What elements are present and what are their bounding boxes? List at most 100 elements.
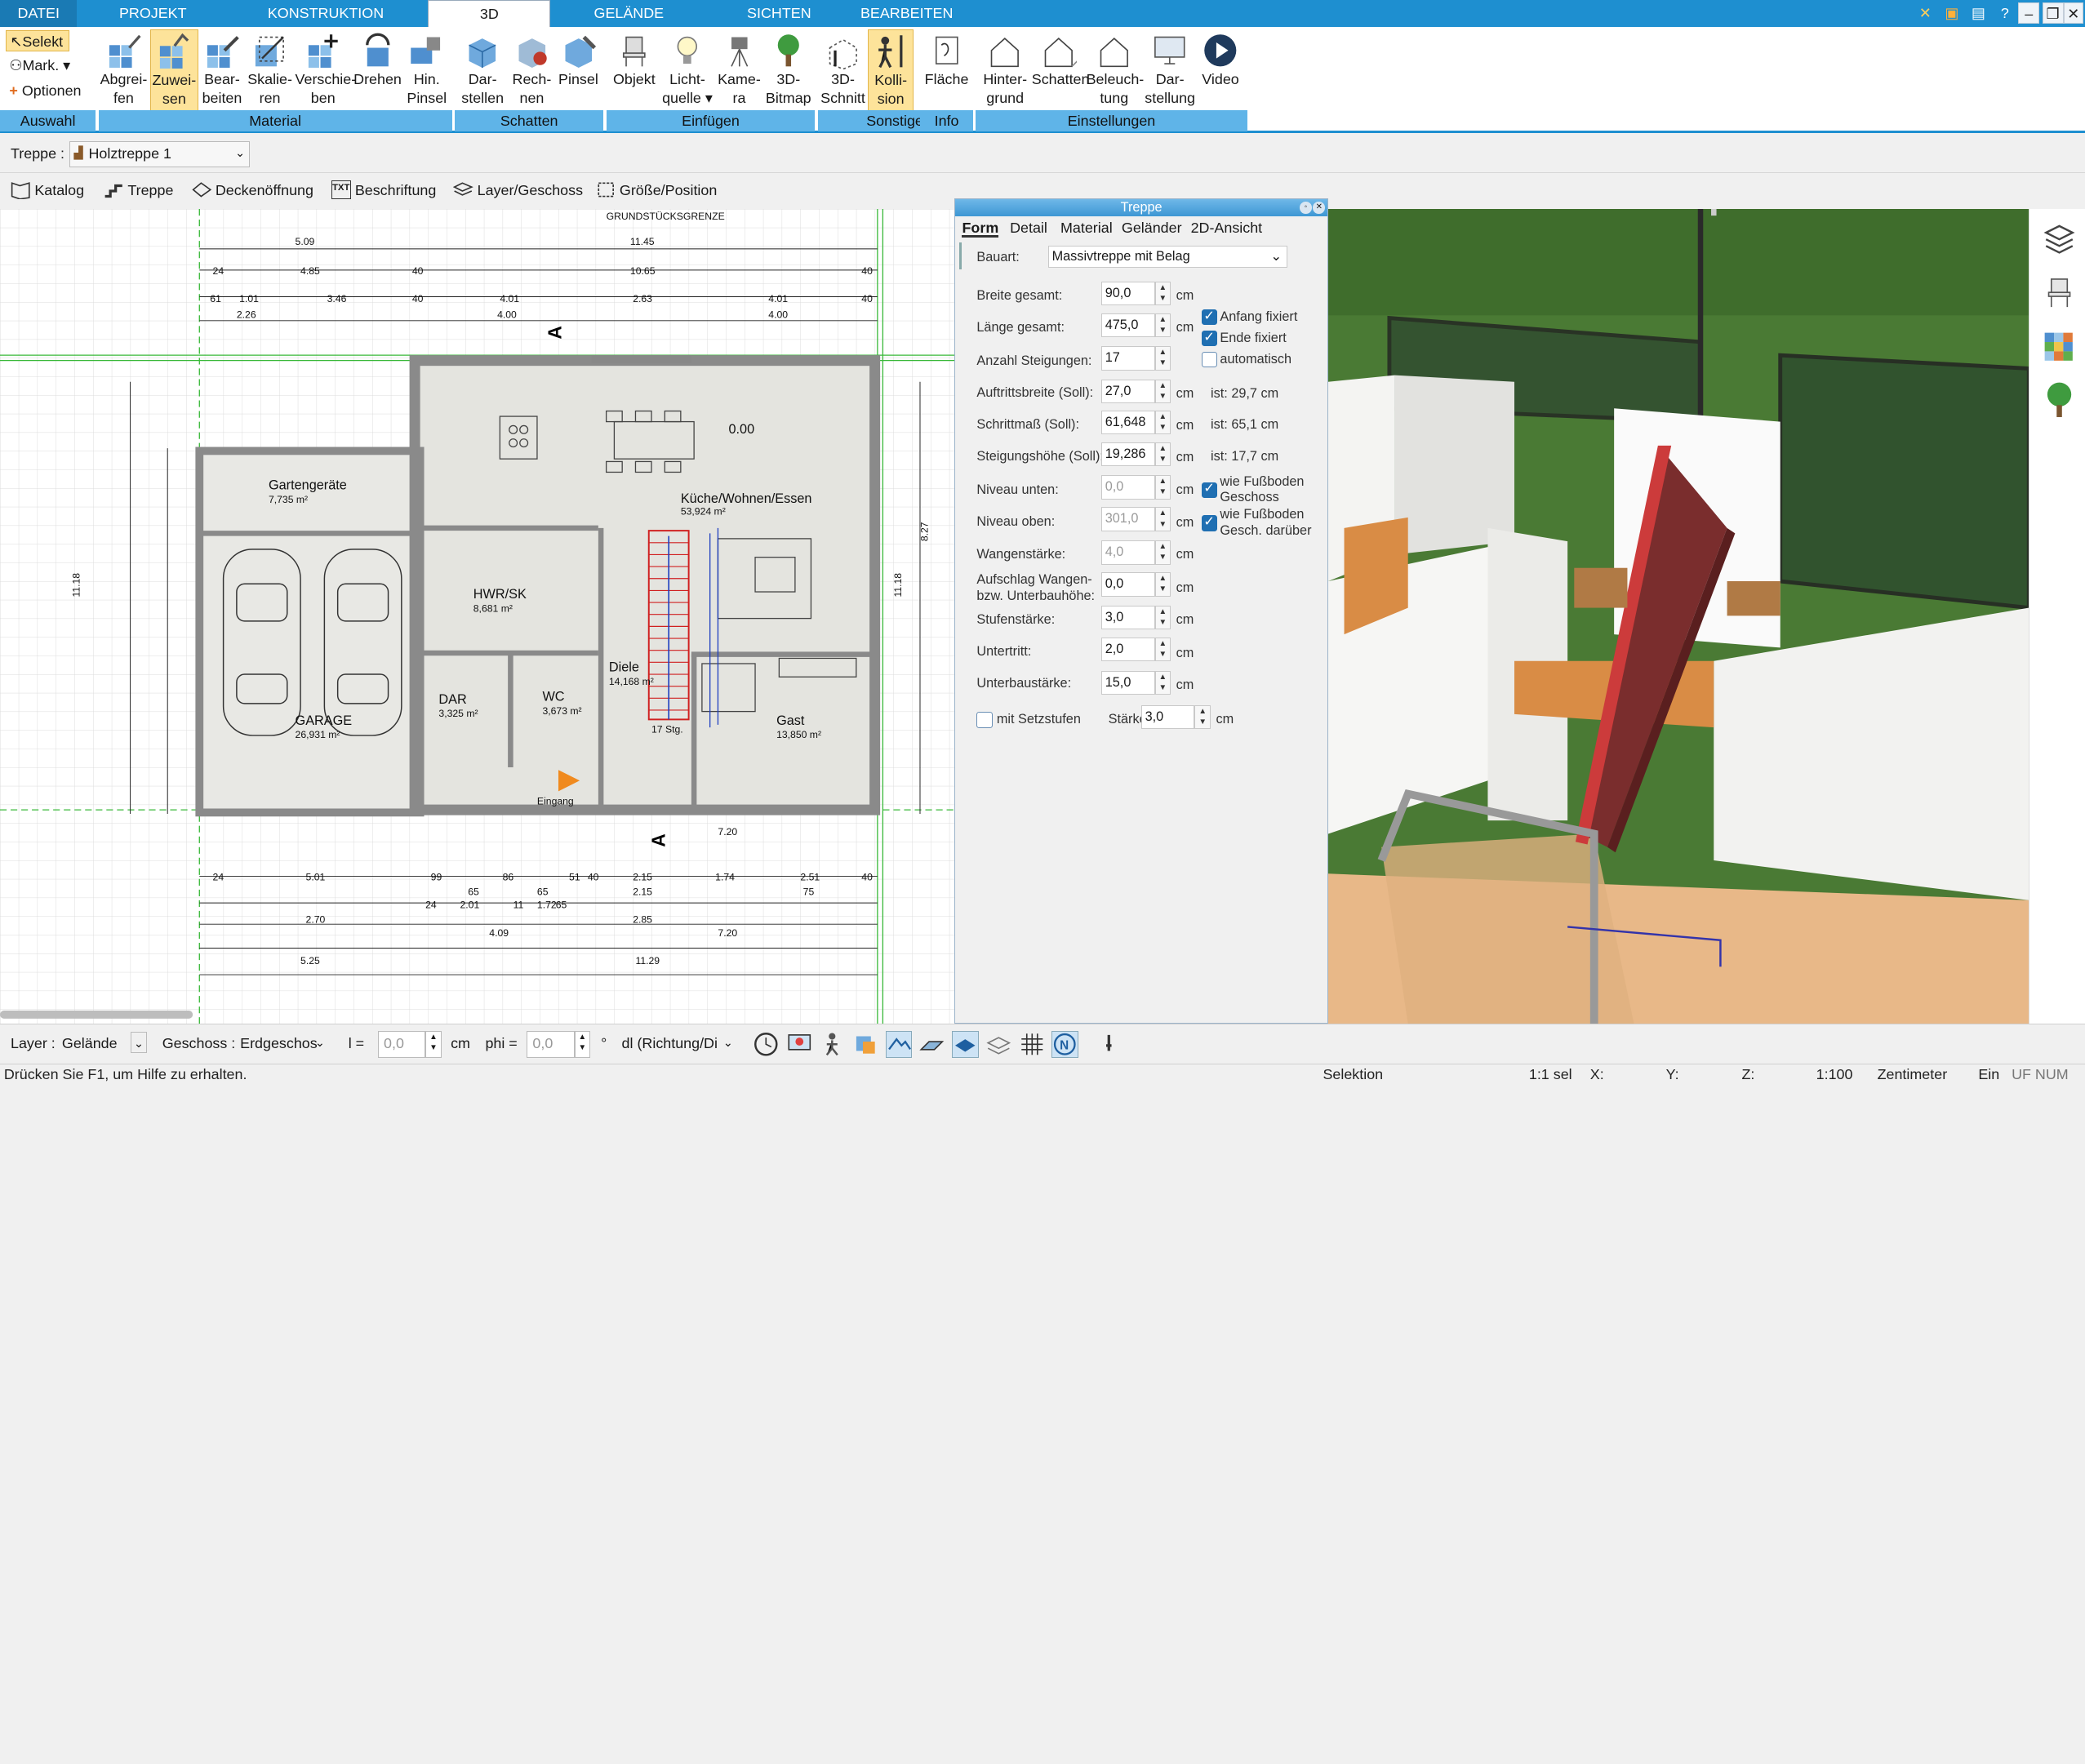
tab-sichten[interactable]: SICHTEN <box>726 0 832 27</box>
plan-h-scrollbar[interactable] <box>0 1010 193 1019</box>
deckenoeffnung-button[interactable]: Deckenöffnung <box>189 177 313 204</box>
darstellen-button[interactable]: Dar- stellen <box>457 29 508 108</box>
laenge-input[interactable]: 475,0 <box>1101 313 1155 338</box>
clock-icon[interactable] <box>753 1031 780 1058</box>
treppe-select[interactable]: ▟ Holztreppe 1 ⌄ <box>69 140 251 168</box>
tab-gelaende[interactable]: GELÄNDE <box>571 0 686 27</box>
zuweisen-button[interactable]: Zuwei- sen <box>150 29 198 112</box>
untertritt-input[interactable]: 2,0 <box>1101 638 1155 662</box>
setzstufen-checkbox[interactable] <box>976 712 993 728</box>
auftrittsbreite-input[interactable]: 27,0 <box>1101 380 1155 404</box>
setzstufen-staerke-input[interactable]: 3,0 <box>1141 705 1195 730</box>
ende-fixiert-checkbox[interactable] <box>1201 329 1218 347</box>
groesse-position-button[interactable]: Größe/Position <box>593 177 717 204</box>
spin-icon[interactable]: ▲ ▼ <box>1154 540 1171 565</box>
dialog-close-icon[interactable]: ✕ <box>1313 201 1326 214</box>
cube-icon[interactable]: ▣ <box>1941 2 1963 24</box>
walk-icon[interactable] <box>819 1031 846 1058</box>
north-icon[interactable]: N <box>1051 1031 1078 1058</box>
cube-view-icon[interactable] <box>852 1031 879 1058</box>
spin-icon[interactable]: ▲ ▼ <box>1154 442 1171 466</box>
tab-datei[interactable]: DATEI <box>0 0 78 27</box>
tools-icon[interactable]: ✕ <box>1914 2 1936 24</box>
verschieben-button[interactable]: Verschie- ben <box>296 29 356 108</box>
mark-button[interactable]: ⚇Mark. ▾ <box>6 55 75 76</box>
dialog-splitter[interactable] <box>959 242 962 269</box>
material-palette-icon[interactable] <box>2043 331 2075 363</box>
anfang-fixiert-checkbox[interactable] <box>1201 308 1218 326</box>
fussboden-darueber-checkbox[interactable] <box>1201 513 1218 531</box>
dialog-tab-2d-ansicht[interactable]: 2D-Ansicht <box>1191 219 1263 238</box>
close-button[interactable]: ✕ <box>2063 2 2083 24</box>
slab-view-icon[interactable] <box>985 1031 1012 1058</box>
info-marker-icon[interactable] <box>1096 1031 1123 1058</box>
selekt-button[interactable]: ↖Selekt <box>5 30 69 52</box>
layer-geschoss-button[interactable]: Layer/Geschoss <box>451 177 583 204</box>
niveau-unten-input[interactable]: 0,0 <box>1101 475 1155 500</box>
abgreifen-button[interactable]: Abgrei- fen <box>99 29 149 108</box>
terrain-icon[interactable] <box>885 1031 913 1058</box>
spin-icon[interactable]: ▲ ▼ <box>1154 670 1171 695</box>
restore-button[interactable]: ❐ <box>2042 2 2064 24</box>
hin-pinsel-button[interactable]: Hin. Pinsel <box>404 29 449 108</box>
wall-view-icon[interactable] <box>918 1031 945 1058</box>
tab-projekt[interactable]: PROJEKT <box>93 0 213 27</box>
optionen-button[interactable]: + Optionen <box>6 80 86 101</box>
window-icon[interactable]: ▤ <box>1967 2 1989 24</box>
bauart-select[interactable]: Massivtreppe mit Belag ⌄ <box>1048 245 1288 269</box>
floor-plan-view[interactable]: A A GRUNDSTÜCKSGRENZE 5.09 11.45 24 4.85 40… <box>0 208 955 1024</box>
3d-view[interactable] <box>1327 208 2029 1024</box>
beschriftung-button[interactable]: TXT Beschriftung <box>328 177 436 204</box>
unterbaustaerke-input[interactable]: 15,0 <box>1101 670 1155 695</box>
schrittmass-input[interactable]: 61,648 <box>1101 410 1155 434</box>
video-button[interactable]: Video <box>1197 29 1245 89</box>
spin-icon[interactable]: ▲ ▼ <box>574 1031 591 1058</box>
geschoss-select[interactable]: Erdgeschos ⌄ <box>233 1031 330 1058</box>
steigungen-input[interactable]: 17 <box>1101 346 1155 371</box>
dialog-tab-gelaender[interactable]: Geländer <box>1122 219 1182 238</box>
fussboden-geschoss-checkbox[interactable] <box>1201 480 1218 499</box>
kollision-button[interactable]: Kolli- sion <box>868 29 914 112</box>
furniture-chair-icon[interactable] <box>2043 275 2075 309</box>
drehen-button[interactable]: Drehen <box>353 29 403 89</box>
spin-icon[interactable]: ▲ ▼ <box>1154 606 1171 630</box>
stufenstaerke-input[interactable]: 3,0 <box>1101 606 1155 630</box>
spin-icon[interactable]: ▲ ▼ <box>1154 281 1171 305</box>
3d-bitmap-button[interactable]: 3D- Bitmap <box>764 29 812 108</box>
objekt-button[interactable]: Objekt <box>609 29 660 89</box>
floor-plan-drawing[interactable]: A A GRUNDSTÜCKSGRENZE 5.09 11.45 24 4.85 40… <box>0 208 955 1024</box>
beleuchtung-button[interactable]: Beleuch- tung <box>1087 29 1144 108</box>
tab-3d[interactable]: 3D <box>428 0 551 29</box>
spin-icon[interactable]: ▲ ▼ <box>1154 475 1171 500</box>
tab-bearbeiten[interactable]: BEARBEITEN <box>851 0 962 27</box>
spin-icon[interactable]: ▲ ▼ <box>1194 705 1211 730</box>
katalog-button[interactable]: Katalog <box>8 177 84 204</box>
direction-select[interactable]: dl (Richtung/Di ⌄ <box>616 1031 738 1058</box>
schatten-pinsel-button[interactable]: Pinsel <box>556 29 601 89</box>
einst-schatten-button[interactable]: Schatten <box>1032 29 1089 89</box>
wangenstaerke-input[interactable]: 4,0 <box>1101 540 1155 565</box>
dialog-tab-material[interactable]: Material <box>1060 219 1113 238</box>
screen-icon[interactable] <box>786 1031 813 1058</box>
spin-icon[interactable]: ▲ ▼ <box>1154 572 1171 597</box>
niveau-oben-input[interactable]: 301,0 <box>1101 507 1155 531</box>
bearbeiten-button[interactable]: Bear- beiten <box>199 29 244 108</box>
length-input[interactable]: 0,0 <box>377 1031 426 1058</box>
spin-icon[interactable]: ▲ ▼ <box>1154 313 1171 338</box>
spin-icon[interactable]: ▲ ▼ <box>1154 638 1171 662</box>
tab-konstruktion[interactable]: KONSTRUKTION <box>252 0 398 27</box>
3d-schnitt-button[interactable]: 3D- Schnitt <box>819 29 867 108</box>
steigungshoehe-input[interactable]: 19,286 <box>1101 442 1155 466</box>
layers-icon[interactable] <box>2043 222 2075 256</box>
flaeche-button[interactable]: Fläche <box>922 29 971 89</box>
kamera-button[interactable]: Kame- ra <box>715 29 763 108</box>
spin-icon[interactable]: ▲ ▼ <box>1154 507 1171 531</box>
spin-icon[interactable]: ▲ ▼ <box>425 1031 442 1058</box>
darstellung-button[interactable]: Dar- stellung <box>1144 29 1197 108</box>
layer-select[interactable]: Gelände ⌄ <box>56 1031 152 1058</box>
plant-tree-icon[interactable] <box>2043 381 2075 419</box>
spin-icon[interactable]: ▲ ▼ <box>1154 380 1171 404</box>
minimize-button[interactable]: – <box>2018 2 2040 24</box>
help-icon[interactable]: ? <box>1994 2 2016 24</box>
automatisch-checkbox[interactable] <box>1201 351 1218 368</box>
